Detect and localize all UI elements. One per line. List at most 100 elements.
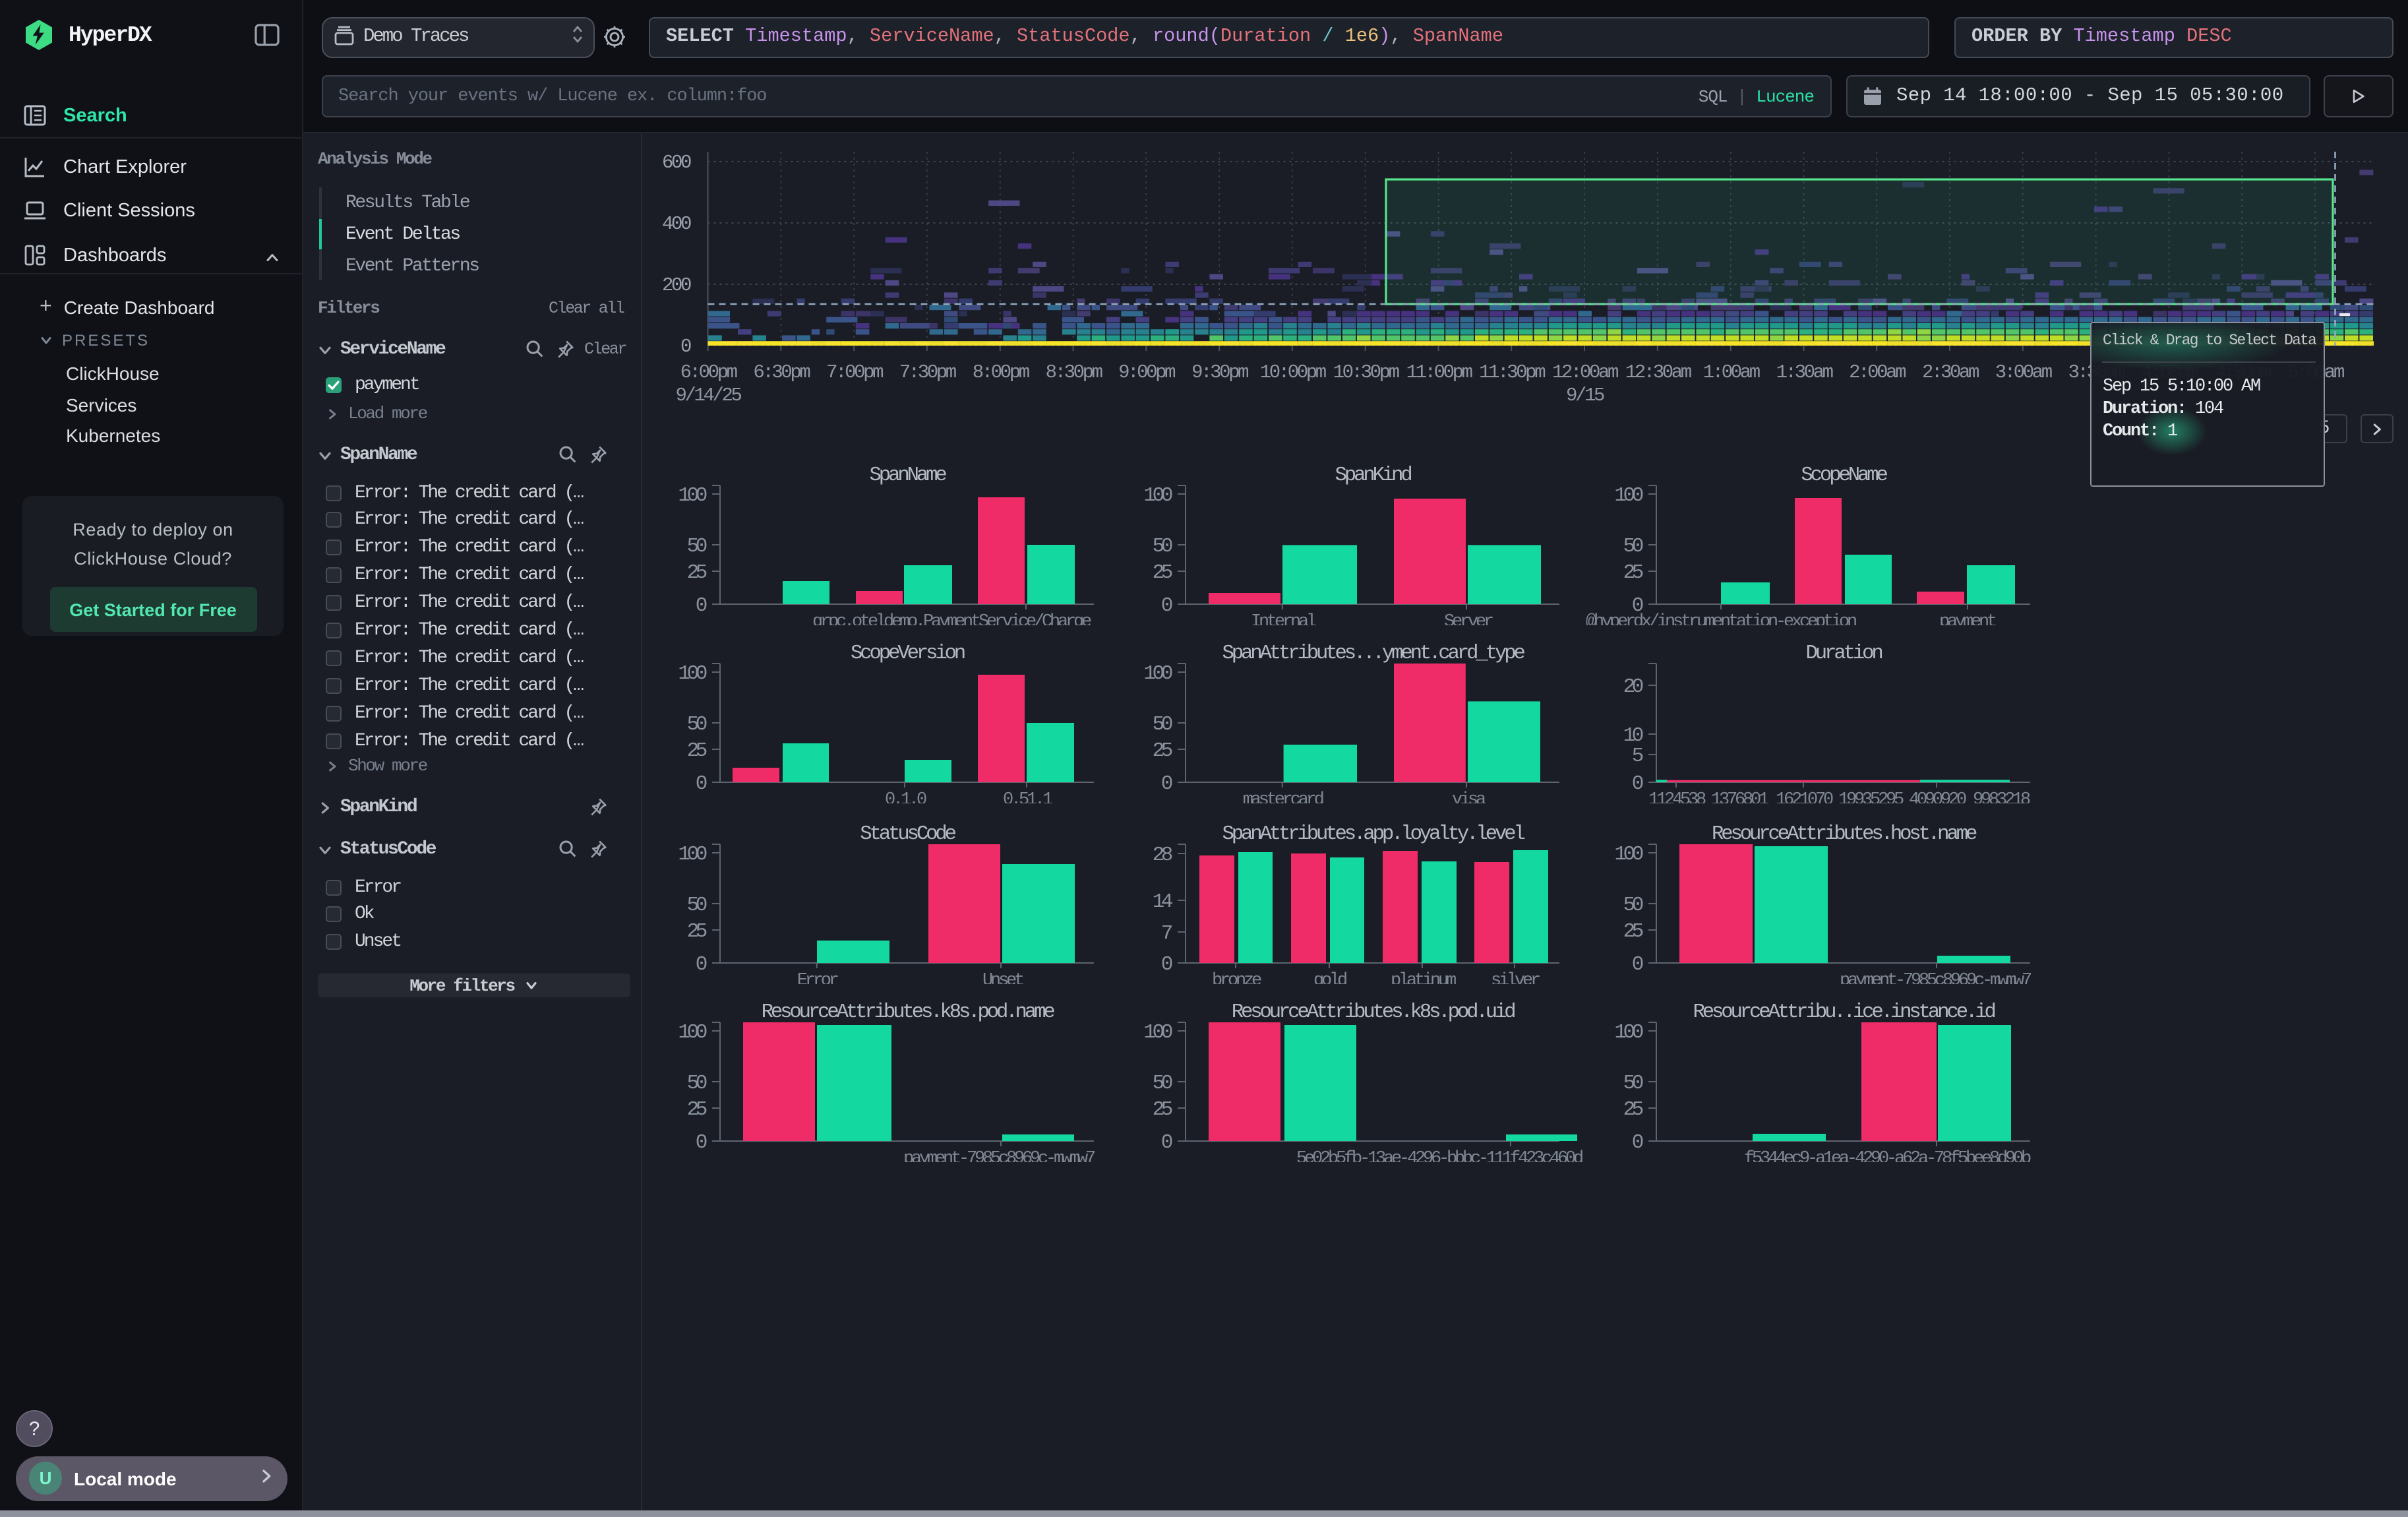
svg-text:ScopeName: ScopeName bbox=[1801, 464, 1887, 486]
svg-text:9/14/25: 9/14/25 bbox=[675, 385, 741, 406]
svg-text:platinum: platinum bbox=[1390, 970, 1455, 983]
svg-text:silver: silver bbox=[1490, 970, 1539, 983]
svg-text:50: 50 bbox=[1152, 713, 1172, 736]
svg-text:600: 600 bbox=[662, 152, 691, 173]
svg-text:25: 25 bbox=[1623, 561, 1643, 584]
svg-text:SpanAttributes...yment.card_ty: SpanAttributes...yment.card_type bbox=[1221, 642, 1524, 665]
svg-text:3:00am: 3:00am bbox=[1995, 361, 2052, 383]
svg-text:SpanKind: SpanKind bbox=[1335, 464, 1411, 486]
svg-text:11:30pm: 11:30pm bbox=[1479, 361, 1545, 383]
svg-text:ResourceAttributes.k8s.pod.nam: ResourceAttributes.k8s.pod.name bbox=[762, 1001, 1055, 1024]
svg-text:0.51.1: 0.51.1 bbox=[1003, 790, 1052, 803]
svg-text:0: 0 bbox=[1160, 1131, 1172, 1154]
svg-text:visa: visa bbox=[1451, 790, 1486, 803]
svg-text:12:30am: 12:30am bbox=[1625, 361, 1691, 383]
svg-text:ScopeVersion: ScopeVersion bbox=[851, 642, 965, 665]
svg-text:100: 100 bbox=[1143, 483, 1171, 507]
svg-text:1376801: 1376801 bbox=[1711, 790, 1768, 803]
svg-text:0: 0 bbox=[680, 336, 691, 357]
svg-text:400: 400 bbox=[662, 213, 691, 235]
svg-text:11:00pm: 11:00pm bbox=[1406, 361, 1472, 383]
svg-text:ResourceAttributes.k8s.pod.uid: ResourceAttributes.k8s.pod.uid bbox=[1231, 1001, 1515, 1024]
svg-text:1124538: 1124538 bbox=[1648, 790, 1706, 803]
svg-text:25: 25 bbox=[1623, 1098, 1643, 1121]
svg-text:SpanAttributes.app.loyalty.lev: SpanAttributes.app.loyalty.level bbox=[1221, 822, 1524, 845]
svg-text:0: 0 bbox=[1632, 952, 1643, 975]
svg-text:0: 0 bbox=[696, 594, 707, 617]
svg-text:10:30pm: 10:30pm bbox=[1333, 361, 1399, 383]
svg-text:100: 100 bbox=[1614, 483, 1642, 507]
svg-text:1:00am: 1:00am bbox=[1703, 361, 1760, 383]
svg-text:5: 5 bbox=[1632, 745, 1643, 768]
svg-text:100: 100 bbox=[1614, 1021, 1642, 1044]
svg-text:payment-7985c8969c-mwmw7: payment-7985c8969c-mwmw7 bbox=[903, 1149, 1095, 1162]
svg-text:0: 0 bbox=[696, 952, 707, 975]
svg-text:f5344ec9-a1ea-4290-a62a-78f5be: f5344ec9-a1ea-4290-a62a-78f5bee8d90b bbox=[1744, 1149, 2031, 1162]
svg-text:7: 7 bbox=[1160, 921, 1172, 944]
svg-text:25: 25 bbox=[1623, 919, 1643, 943]
svg-text:100: 100 bbox=[678, 1021, 706, 1044]
svg-text:50: 50 bbox=[687, 713, 707, 736]
svg-text:6:00pm: 6:00pm bbox=[680, 361, 737, 383]
svg-text:5e02b5fb-13ae-4296-bbbc-111f42: 5e02b5fb-13ae-4296-bbbc-111f423c460d bbox=[1296, 1149, 1582, 1162]
svg-text:7:30pm: 7:30pm bbox=[899, 361, 956, 383]
svg-text:200: 200 bbox=[662, 274, 691, 296]
svg-text:SpanName: SpanName bbox=[870, 464, 947, 486]
svg-text:25: 25 bbox=[687, 739, 707, 762]
svg-text:50: 50 bbox=[1623, 534, 1643, 557]
svg-text:0: 0 bbox=[1160, 594, 1172, 617]
svg-text:19935295: 19935295 bbox=[1838, 790, 1904, 803]
svg-text:0: 0 bbox=[1632, 1131, 1643, 1154]
svg-text:9:00pm: 9:00pm bbox=[1118, 361, 1175, 383]
svg-text:Server: Server bbox=[1443, 611, 1492, 625]
svg-text:0: 0 bbox=[1160, 772, 1172, 795]
svg-text:25: 25 bbox=[687, 1098, 707, 1121]
svg-text:Unset: Unset bbox=[982, 970, 1023, 983]
svg-text:ResourceAttribu..ice.instance.: ResourceAttribu..ice.instance.id bbox=[1693, 1001, 1995, 1024]
svg-text:100: 100 bbox=[678, 842, 706, 865]
svg-text:8:00pm: 8:00pm bbox=[973, 361, 1029, 383]
svg-text:100: 100 bbox=[1614, 842, 1642, 865]
svg-text:100: 100 bbox=[1143, 662, 1171, 685]
svg-text:0: 0 bbox=[1160, 952, 1172, 975]
svg-text:25: 25 bbox=[687, 561, 707, 584]
svg-text:Error: Error bbox=[797, 970, 838, 983]
svg-text:2:00am: 2:00am bbox=[1849, 361, 1906, 383]
svg-text:50: 50 bbox=[1623, 1072, 1643, 1095]
svg-text:0: 0 bbox=[696, 772, 707, 795]
svg-text:50: 50 bbox=[1152, 534, 1172, 557]
svg-text:@hyperdx/instrumentation-excep: @hyperdx/instrumentation-exception bbox=[1586, 611, 1856, 625]
svg-text:1:30am: 1:30am bbox=[1776, 361, 1833, 383]
svg-text:Duration: Duration bbox=[1806, 642, 1882, 665]
svg-text:payment: payment bbox=[1939, 611, 1996, 625]
svg-text:100: 100 bbox=[1143, 1021, 1171, 1044]
svg-text:payment-7985c8969c-mwmw7: payment-7985c8969c-mwmw7 bbox=[1840, 970, 2032, 983]
svg-text:7:00pm: 7:00pm bbox=[826, 361, 883, 383]
svg-text:9:30pm: 9:30pm bbox=[1191, 361, 1248, 383]
svg-text:28: 28 bbox=[1152, 843, 1172, 866]
svg-text:ResourceAttributes.host.name: ResourceAttributes.host.name bbox=[1712, 822, 1977, 845]
svg-text:25: 25 bbox=[1152, 1098, 1172, 1121]
svg-text:StatusCode: StatusCode bbox=[860, 822, 955, 845]
svg-text:9/15: 9/15 bbox=[1566, 385, 1604, 406]
svg-text:1621070: 1621070 bbox=[1776, 790, 1833, 803]
svg-text:6:30pm: 6:30pm bbox=[753, 361, 810, 383]
svg-text:gold: gold bbox=[1313, 970, 1346, 983]
svg-text:8:30pm: 8:30pm bbox=[1046, 361, 1102, 383]
svg-text:25: 25 bbox=[1152, 561, 1172, 584]
svg-text:50: 50 bbox=[1623, 893, 1643, 916]
svg-text:50: 50 bbox=[1152, 1072, 1172, 1095]
svg-text:Internal: Internal bbox=[1250, 611, 1315, 625]
svg-text:50: 50 bbox=[687, 893, 707, 916]
svg-text:grpc.oteldemo.PaymentService/C: grpc.oteldemo.PaymentService/Charge bbox=[812, 611, 1091, 625]
svg-text:12:00am: 12:00am bbox=[1552, 361, 1618, 383]
svg-text:10: 10 bbox=[1623, 724, 1643, 747]
svg-text:14: 14 bbox=[1152, 890, 1172, 913]
svg-text:25: 25 bbox=[1152, 739, 1172, 762]
svg-text:100: 100 bbox=[678, 662, 706, 685]
svg-text:2:30am: 2:30am bbox=[1922, 361, 1979, 383]
svg-text:bronze: bronze bbox=[1211, 970, 1261, 983]
svg-text:0: 0 bbox=[696, 1131, 707, 1154]
svg-text:10:00pm: 10:00pm bbox=[1260, 361, 1326, 383]
svg-text:50: 50 bbox=[687, 1072, 707, 1095]
